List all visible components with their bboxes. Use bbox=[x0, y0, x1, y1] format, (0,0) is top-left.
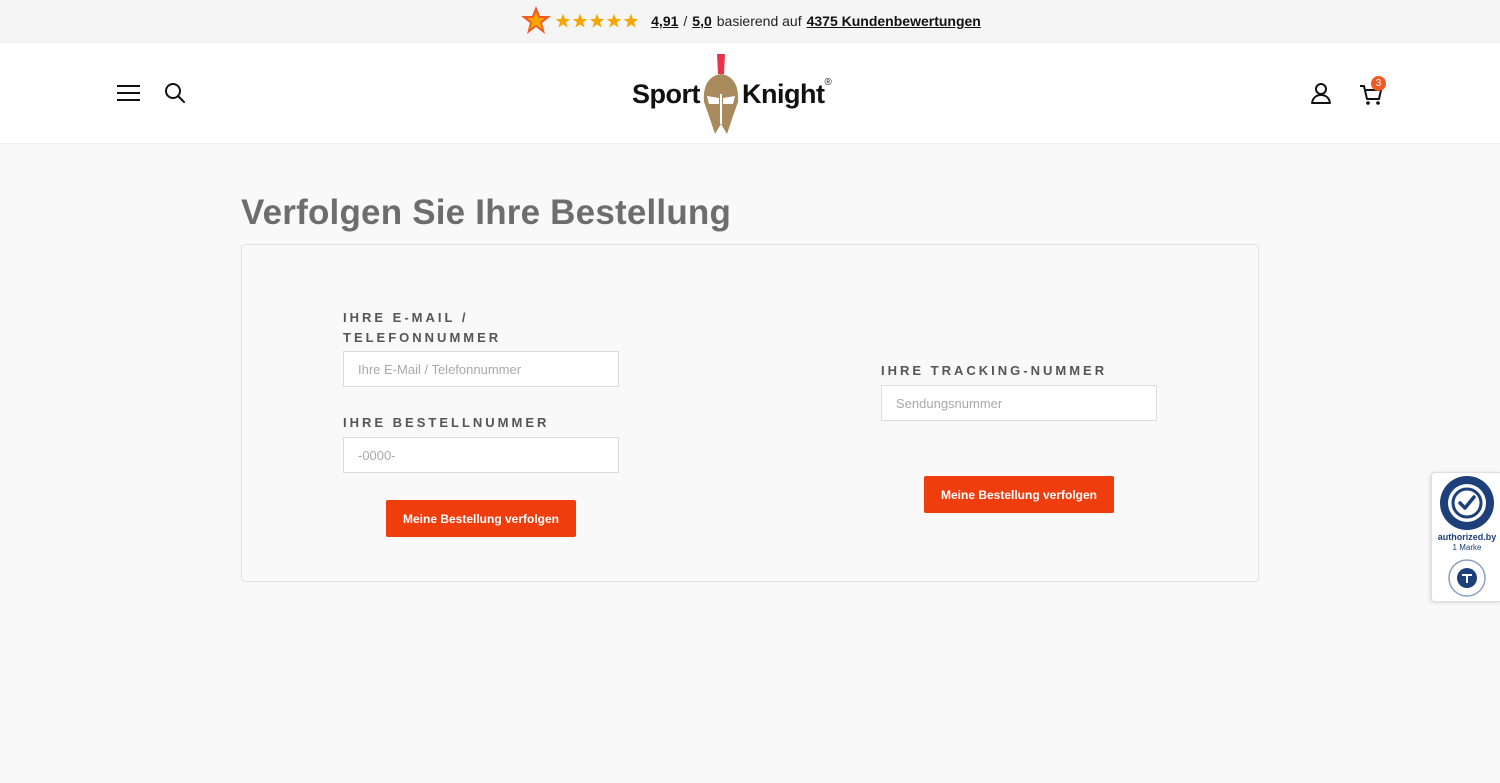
email-field-label: IHRE E-MAIL / TELEFONNUMMER bbox=[343, 310, 502, 345]
star-icon bbox=[589, 13, 605, 28]
rating-middle-text: basierend auf bbox=[716, 13, 802, 29]
hamburger-menu-icon[interactable] bbox=[117, 84, 140, 102]
cart-button[interactable]: 3 bbox=[1359, 76, 1389, 106]
tracking-number-label: IHRE TRACKING-NUMMER bbox=[881, 363, 1108, 378]
authorized-by-text: authorized.by bbox=[1437, 532, 1497, 542]
logo-word-sport: Sport bbox=[632, 78, 701, 109]
order-number-label: IHRE BESTELLNUMMER bbox=[343, 415, 550, 430]
authorized-partner-seal-icon bbox=[1440, 476, 1494, 530]
tuv-certification-icon bbox=[1448, 559, 1486, 597]
order-tracking-card: IHRE E-MAIL / TELEFONNUMMER IHRE BESTELL… bbox=[241, 244, 1259, 582]
logo-word-knight: Knight bbox=[742, 78, 825, 109]
star-icon bbox=[623, 13, 639, 28]
rating-separator: / bbox=[683, 13, 688, 29]
track-shipment-button[interactable]: Meine Bestellung verfolgen bbox=[924, 476, 1114, 513]
star-icon bbox=[572, 13, 588, 28]
star-icon bbox=[555, 13, 571, 28]
announcement-bar: 4,91 / 5,0 basierend auf 4375 Kundenbewe… bbox=[0, 0, 1500, 43]
reviews-link[interactable]: 4375 Kundenbewertungen bbox=[807, 13, 981, 29]
cart-count-badge: 3 bbox=[1371, 76, 1386, 91]
logo-registered-mark: ® bbox=[824, 77, 832, 88]
site-logo[interactable]: Sport Knight ® bbox=[632, 51, 872, 137]
brand-count-text: 1 Marke bbox=[1452, 543, 1482, 552]
search-icon[interactable] bbox=[164, 82, 186, 104]
max-rating-link[interactable]: 5,0 bbox=[692, 13, 711, 29]
rating-stars bbox=[555, 13, 639, 29]
order-number-input[interactable] bbox=[343, 437, 619, 473]
star-icon bbox=[606, 13, 622, 28]
rating-value-link[interactable]: 4,91 bbox=[651, 13, 678, 29]
track-order-button[interactable]: Meine Bestellung verfolgen bbox=[386, 500, 576, 537]
site-header: Sport Knight ® 3 bbox=[0, 43, 1500, 144]
email-phone-input[interactable] bbox=[343, 351, 619, 387]
review-badge-star-icon bbox=[521, 6, 552, 34]
knight-helmet-icon bbox=[703, 54, 739, 134]
tracking-number-input[interactable] bbox=[881, 385, 1157, 421]
page-title: Verfolgen Sie Ihre Bestellung bbox=[241, 193, 732, 232]
authorized-partner-badge[interactable]: authorized.by 1 Marke bbox=[1431, 472, 1500, 602]
account-icon[interactable] bbox=[1310, 82, 1332, 104]
